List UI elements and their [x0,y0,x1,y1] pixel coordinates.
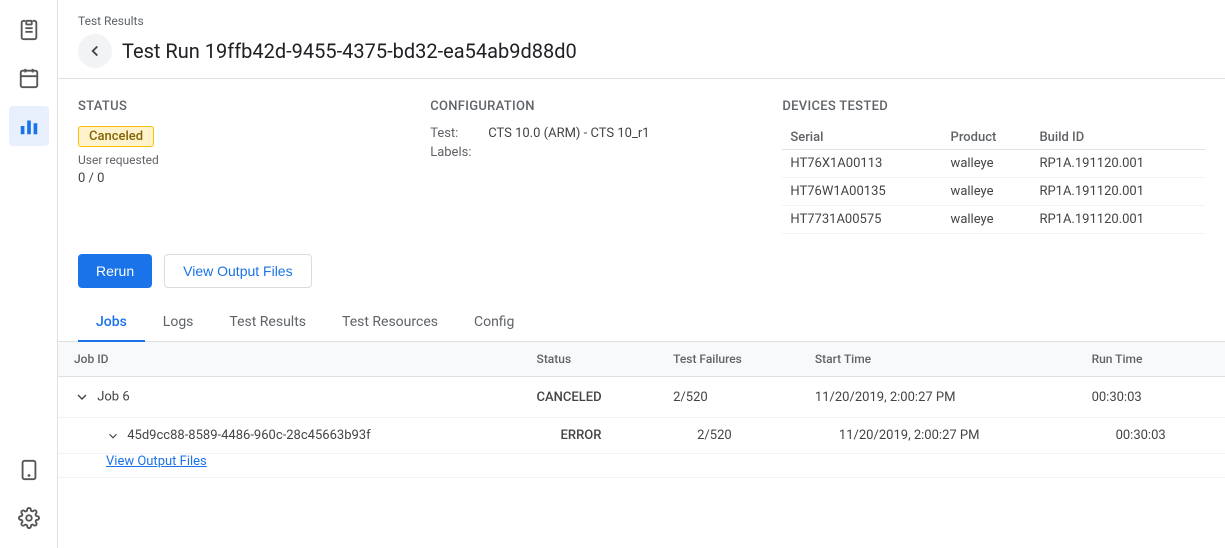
tab-jobs[interactable]: Jobs [78,304,145,342]
sidebar-item-settings[interactable] [9,498,49,538]
devices-col-product: Product [943,126,1032,150]
job-row: Job 6 CANCELED 2/520 11/20/2019, 2:00:27… [58,377,1225,418]
job-status-cell: CANCELED [521,377,658,418]
devices-table: Serial Product Build ID HT76X1A00113 wal… [782,126,1205,234]
device-product: walleye [943,206,1032,234]
jobs-table: Job ID Status Test Failures Start Time R… [58,342,1225,478]
tab-logs[interactable]: Logs [145,304,212,342]
header: Test Results Test Run 19ffb42d-9455-4375… [58,0,1225,79]
tabs-row: JobsLogsTest ResultsTest ResourcesConfig [58,304,1225,342]
config-test-value: CTS 10.0 (ARM) - CTS 10_r1 [488,126,649,141]
main-content: Test Results Test Run 19ffb42d-9455-4375… [58,0,1225,548]
job-start-time-cell: 11/20/2019, 2:00:27 PM [799,377,1076,418]
view-output-button[interactable]: View Output Files [164,254,311,288]
status-title: Status [78,99,430,114]
sidebar [0,0,58,548]
device-row: HT76X1A00113 walleye RP1A.191120.001 [782,150,1205,178]
devices-col-serial: Serial [782,126,942,150]
col-run-time: Run Time [1076,342,1225,377]
device-product: walleye [943,150,1032,178]
device-build-id: RP1A.191120.001 [1031,150,1205,178]
device-build-id: RP1A.191120.001 [1031,206,1205,234]
progress-text: 0 / 0 [78,171,430,186]
device-row: HT76W1A00135 walleye RP1A.191120.001 [782,178,1205,206]
rerun-button[interactable]: Rerun [78,254,152,288]
device-build-id: RP1A.191120.001 [1031,178,1205,206]
status-block: Status Canceled User requested 0 / 0 [78,99,430,234]
device-serial: HT76W1A00135 [782,178,942,206]
breadcrumb: Test Results [78,14,1205,28]
devices-col-build: Build ID [1031,126,1205,150]
device-product: walleye [943,178,1032,206]
device-row: HT7731A00575 walleye RP1A.191120.001 [782,206,1205,234]
action-row: Rerun View Output Files [58,244,1225,304]
jobs-table-container: Job ID Status Test Failures Start Time R… [58,342,1225,478]
config-labels-label: Labels: [430,145,480,160]
sub-job-failures-cell: 2/520 [657,418,799,454]
devices-title: Devices Tested [782,99,1205,114]
sidebar-item-barchart[interactable] [9,106,49,146]
sub-job-id-cell: 45d9cc88-8589-4486-960c-28c45663b93f [58,418,521,454]
col-start-time: Start Time [799,342,1076,377]
sidebar-item-calendar[interactable] [9,58,49,98]
devices-block: Devices Tested Serial Product Build ID H… [782,99,1205,234]
tab-test-results[interactable]: Test Results [211,304,324,342]
col-job-id: Job ID [58,342,521,377]
back-button[interactable] [78,34,112,68]
config-block: Configuration Test: CTS 10.0 (ARM) - CTS… [430,99,782,234]
col-test-failures: Test Failures [657,342,799,377]
job-failures-cell: 2/520 [657,377,799,418]
status-sub-text: User requested [78,153,430,167]
view-output-row: View Output Files [58,454,1225,478]
view-output-link[interactable]: View Output Files [106,454,207,469]
sub-job-start-time-cell: 11/20/2019, 2:00:27 PM [799,418,1076,454]
status-badge: Canceled [78,126,154,147]
config-title: Configuration [430,99,782,114]
page-title: Test Run 19ffb42d-9455-4375-bd32-ea54ab9… [122,39,577,63]
device-serial: HT7731A00575 [782,206,942,234]
info-section: Status Canceled User requested 0 / 0 Con… [58,79,1225,244]
col-status: Status [521,342,658,377]
config-test-label: Test: [430,126,480,141]
sub-job-row: 45d9cc88-8589-4486-960c-28c45663b93f ERR… [58,418,1225,454]
tab-test-resources[interactable]: Test Resources [324,304,456,342]
job-run-time-cell: 00:30:03 [1076,377,1225,418]
tab-config[interactable]: Config [456,304,532,342]
sub-job-run-time-cell: 00:30:03 [1076,418,1225,454]
sidebar-item-phone[interactable] [9,450,49,490]
sub-job-status-cell: ERROR [521,418,658,454]
sidebar-item-clipboard[interactable] [9,10,49,50]
device-serial: HT76X1A00113 [782,150,942,178]
job-id-cell[interactable]: Job 6 [58,377,521,418]
